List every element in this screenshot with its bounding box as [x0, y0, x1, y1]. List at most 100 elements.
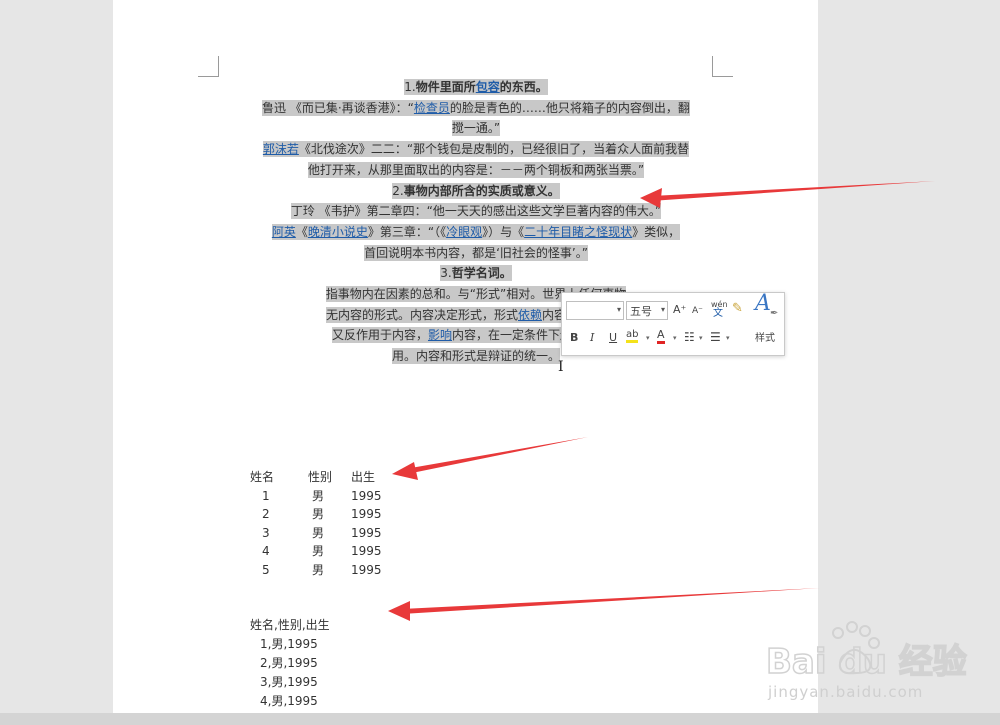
font-color-icon[interactable]: A: [657, 329, 665, 344]
table-cell: 男: [312, 525, 325, 540]
document-line[interactable]: 搅一通。”: [246, 119, 706, 138]
hyperlink[interactable]: 检查员: [414, 101, 450, 115]
text-run: 》类似，: [632, 224, 681, 239]
hyperlink[interactable]: 二十年目睹之怪现状: [524, 225, 632, 239]
text-run: 用。内容和形式是辩证的统一。: [391, 349, 560, 364]
table-cell: 1995: [351, 525, 382, 540]
hyperlink[interactable]: 郭沫若: [263, 142, 299, 156]
hyperlink[interactable]: 依赖: [518, 308, 542, 322]
text-run: 》第三章：“（《: [367, 224, 447, 239]
text-run: 鲁迅 《而已集·再谈香港》：“: [262, 100, 414, 115]
crop-mark-top-right: [712, 56, 733, 77]
hyperlink[interactable]: 影响: [428, 328, 452, 342]
italic-button[interactable]: I: [590, 331, 594, 345]
table-cell: 3: [262, 525, 270, 540]
csv-line: 1,男,1995: [260, 637, 318, 651]
table-cell: 男: [312, 562, 325, 577]
highlight-color-icon[interactable]: ab: [626, 329, 639, 343]
document-line[interactable]: 首回说明本书内容，都是‘旧社会的怪事’。”: [246, 244, 706, 263]
hyperlink[interactable]: 阿英: [272, 225, 296, 239]
styles-label[interactable]: 样式: [755, 329, 775, 344]
crop-mark-top-left: [198, 56, 219, 77]
font-size-select[interactable]: 五号 ▾: [626, 301, 668, 320]
grow-font-icon[interactable]: A⁺: [673, 303, 686, 317]
shrink-font-icon[interactable]: A⁻: [692, 304, 703, 318]
hyperlink[interactable]: 包容: [476, 80, 500, 94]
selection-highlight: 首回说明本书内容，都是‘旧社会的怪事’。”: [364, 244, 588, 261]
text-run: 3.: [440, 266, 452, 281]
table-cell: 1995: [351, 488, 382, 503]
document-line[interactable]: 2.事物内部所含的实质或意义。: [246, 182, 706, 201]
hyperlink[interactable]: 冷眼观: [446, 225, 482, 239]
status-strip: [0, 713, 1000, 725]
text-run: 首回说明本书内容，都是‘旧社会的怪事’。”: [364, 245, 588, 260]
selection-highlight: 搅一通。”: [451, 120, 501, 137]
numbering-icon[interactable]: ☰: [710, 330, 721, 344]
document-line[interactable]: 3.哲学名词。: [246, 264, 706, 283]
table-cell: 1995: [351, 562, 382, 577]
csv-line: 4,男,1995: [260, 694, 318, 708]
table-cell: 1995: [351, 544, 382, 558]
selection-highlight: 鲁迅 《而已集·再谈香港》：“检查员的脸是青色的……他只将箱子的内容倒出，翻: [262, 99, 690, 116]
table-cell: 男: [312, 544, 325, 558]
table-cell: 男: [312, 488, 325, 503]
table-cell: 5: [262, 562, 270, 577]
selection-highlight: 郭沫若《北伐途次》二二：“那个钱包是皮制的，已经很旧了，当着众人面前我替: [262, 141, 690, 158]
font-size-value: 五号: [630, 305, 652, 318]
selection-highlight: 3.哲学名词。: [440, 265, 512, 282]
chevron-down-icon[interactable]: ▾: [673, 331, 677, 345]
text-run: 丁玲 《韦护》第二章四：“他一天天的感出这些文学巨著内容的伟大。”: [290, 204, 662, 219]
bold-button[interactable]: B: [570, 331, 578, 345]
phonetic-guide-icon[interactable]: 文: [713, 307, 723, 321]
document-line[interactable]: 他打开来，从那里面取出的内容是：－－两个铜板和两张当票。”: [246, 161, 706, 180]
format-painter-icon[interactable]: ✎: [732, 302, 743, 316]
font-name-select[interactable]: ▾: [566, 301, 624, 320]
styles-brush-icon: ✒: [770, 308, 779, 319]
csv-line: 3,男,1995: [260, 675, 318, 689]
ibeam-cursor-icon: I: [558, 359, 564, 375]
styles-icon[interactable]: A: [755, 293, 771, 315]
document-line[interactable]: 郭沫若《北伐途次》二二：“那个钱包是皮制的，已经很旧了，当着众人面前我替: [246, 140, 706, 159]
table-cell: 1: [262, 488, 270, 503]
table-cell: 4: [262, 544, 270, 558]
text-run: 的脸是青色的……他只将箱子的内容倒出，翻: [449, 100, 690, 115]
bullets-icon[interactable]: ☷: [684, 330, 695, 344]
text-run: 事物内部所含的实质或意义。: [403, 183, 560, 198]
table-header-cell: 姓名: [250, 470, 275, 484]
selection-highlight: 2.事物内部所含的实质或意义。: [392, 182, 560, 199]
text-run: 搅一通。”: [451, 121, 501, 136]
text-run: 他打开来，从那里面取出的内容是：－－两个铜板和两张当票。”: [307, 162, 645, 177]
text-run: 》）与《: [482, 224, 525, 239]
underline-button[interactable]: U: [609, 331, 617, 345]
text-run: 无内容的形式。内容决定形式，形式: [325, 307, 518, 322]
text-run: 的东西。: [499, 80, 548, 94]
chevron-down-icon[interactable]: ▾: [646, 331, 650, 345]
chevron-down-icon[interactable]: ▾: [726, 331, 730, 345]
selection-highlight: 他打开来，从那里面取出的内容是：－－两个铜板和两张当票。”: [307, 161, 645, 178]
chevron-down-icon[interactable]: ▾: [699, 331, 703, 345]
text-run: 2.: [392, 183, 404, 198]
document-line[interactable]: 丁玲 《韦护》第二章四：“他一天天的感出这些文学巨著内容的伟大。”: [246, 202, 706, 221]
text-run: 1.: [404, 80, 416, 94]
text-run: 《: [295, 224, 308, 239]
document-line[interactable]: 鲁迅 《而已集·再谈香港》：“检查员的脸是青色的……他只将箱子的内容倒出，翻: [246, 99, 706, 118]
csv-line: 2,男,1995: [260, 656, 318, 670]
watermark-brand-text: Bai du 经验: [766, 642, 967, 682]
selection-highlight: 丁玲 《韦护》第二章四：“他一天天的感出这些文学巨著内容的伟大。”: [290, 203, 662, 220]
table-cell: 1995: [351, 507, 382, 521]
table-header-cell: 出生: [351, 470, 376, 484]
text-run: 又反作用于内容，: [331, 328, 428, 343]
hyperlink[interactable]: 晚清小说史: [308, 225, 368, 239]
mini-format-toolbar: ▾ 五号 ▾ A⁺ A⁻ wén 文 ✎ A ✒ B I U ab ▾ A ▾ …: [561, 292, 785, 356]
document-line[interactable]: 1.物件里面所包容的东西。: [246, 78, 706, 97]
document-line[interactable]: 阿英《晚清小说史》第三章：“（《冷眼观》）与《二十年目睹之怪现状》类似，: [246, 223, 706, 242]
chevron-down-icon: ▾: [616, 305, 621, 314]
table-cell: 2: [262, 507, 270, 521]
text-run: 《北伐途次》二二：“那个钱包是皮制的，已经很旧了，当着众人面前我替: [298, 142, 690, 157]
chevron-down-icon: ▾: [660, 305, 665, 314]
selection-highlight: 1.物件里面所包容的东西。: [404, 79, 548, 95]
selection-highlight: 阿英《晚清小说史》第三章：“（《冷眼观》）与《二十年目睹之怪现状》类似，: [271, 223, 681, 240]
csv-line: 姓名,性别,出生: [250, 618, 330, 632]
text-run: 哲学名词。: [451, 266, 512, 281]
text-run: 物件里面所: [415, 80, 476, 94]
